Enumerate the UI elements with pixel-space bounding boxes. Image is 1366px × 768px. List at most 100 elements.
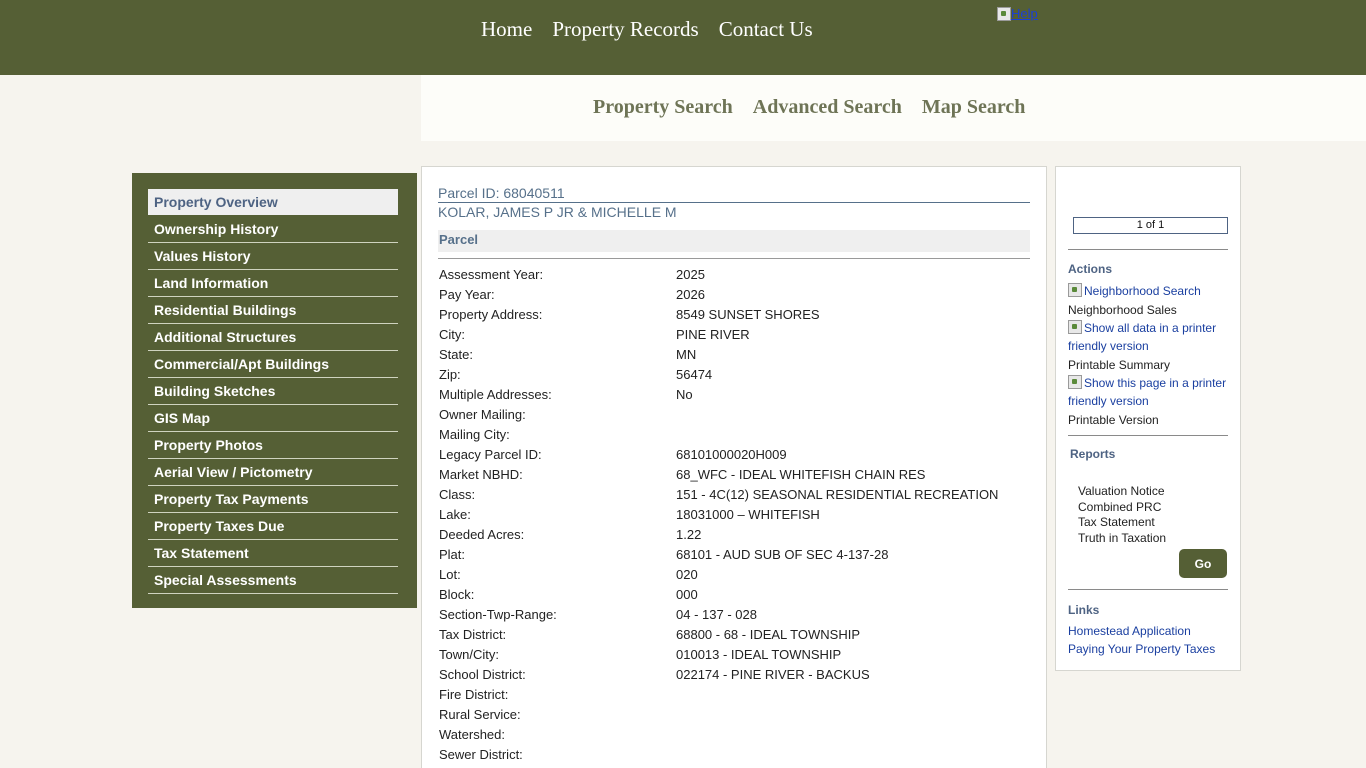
help-link[interactable]: Help <box>997 6 1038 21</box>
actions-panel: 1 of 1 Actions Neighborhood Search Neigh… <box>1055 166 1241 671</box>
parcel-row: Lake: 18031000 – WHITEFISH <box>439 505 1031 525</box>
nav-contact-us-link[interactable]: Contact Us <box>709 16 823 42</box>
parcel-field-label: Town/City: <box>439 647 499 662</box>
sidebar-item-building-sketches[interactable]: Building Sketches <box>148 378 398 405</box>
parcel-field-value <box>676 745 1031 765</box>
report-option[interactable]: Tax Statement <box>1078 515 1166 531</box>
parcel-section-header: Parcel <box>438 230 1030 252</box>
sidebar-item-ownership-history[interactable]: Ownership History <box>148 216 398 243</box>
parcel-field-label: Block: <box>439 587 475 602</box>
owner-name: KOLAR, JAMES P JR & MICHELLE M <box>438 204 677 220</box>
parcel-row: Watershed: <box>439 725 1031 745</box>
parcel-field-label: Owner Mailing: <box>439 407 526 422</box>
parcel-field-value: PINE RIVER <box>676 327 750 342</box>
sidebar-item-special-assessments[interactable]: Special Assessments <box>148 567 398 594</box>
parcel-field-value: 68800 - 68 - IDEAL TOWNSHIP <box>676 627 860 642</box>
parcel-row: Multiple Addresses: No <box>439 385 1031 405</box>
broken-image-icon <box>1068 375 1082 389</box>
parcel-field-label: Rural Service: <box>439 707 521 722</box>
parcel-field-value: 68_WFC - IDEAL WHITEFISH CHAIN RES <box>676 467 926 482</box>
report-option[interactable]: Valuation Notice <box>1078 484 1166 500</box>
parcel-field-value: 010013 - IDEAL TOWNSHIP <box>676 647 842 662</box>
parcel-field-label: Multiple Addresses: <box>439 387 552 402</box>
parcel-field-label: Property Address: <box>439 307 543 322</box>
search-nav: Property Search Advanced Search Map Sear… <box>583 94 1035 120</box>
divider <box>1068 249 1228 250</box>
parcel-field-value: 1.22 <box>676 527 702 542</box>
reports-heading: Reports <box>1070 447 1116 461</box>
record-pager: 1 of 1 <box>1073 217 1228 234</box>
parcel-field-label: Pay Year: <box>439 287 495 302</box>
sidebar-item-commercial-apt-buildings[interactable]: Commercial/Apt Buildings <box>148 351 398 378</box>
map-search-link[interactable]: Map Search <box>922 94 1026 120</box>
print-page-alt: Show this page in a printer friendly ver… <box>1068 376 1227 408</box>
printable-summary-label: Printable Summary <box>1068 358 1171 372</box>
sidebar-item-aerial-view[interactable]: Aerial View / Pictometry <box>148 459 398 486</box>
nav-property-records-link[interactable]: Property Records <box>542 16 708 42</box>
parcel-field-value: 68101 - AUD SUB OF SEC 4-137-28 <box>676 547 889 562</box>
section-divider <box>438 258 1030 259</box>
parcel-field-value: 2026 <box>676 287 705 302</box>
nav-home-link[interactable]: Home <box>471 16 542 42</box>
neighborhood-search-link[interactable]: Neighborhood Search <box>1068 282 1232 300</box>
advanced-search-link[interactable]: Advanced Search <box>753 94 902 120</box>
go-button[interactable]: Go <box>1179 549 1227 578</box>
parcel-row: City: PINE RIVER <box>439 325 1031 345</box>
parcel-field-label: School District: <box>439 667 526 682</box>
parcel-field-value <box>676 405 1031 425</box>
parcel-row: State: MN <box>439 345 1031 365</box>
parcel-field-value: 68101000020H009 <box>676 447 787 462</box>
divider <box>1068 589 1228 590</box>
sidebar-item-land-information[interactable]: Land Information <box>148 270 398 297</box>
sidebar-item-gis-map[interactable]: GIS Map <box>148 405 398 432</box>
actions-heading: Actions <box>1068 262 1113 276</box>
parcel-field-value: No <box>676 387 693 402</box>
top-header: Home Property Records Contact Us Help <box>0 0 1366 75</box>
sidebar-item-property-overview[interactable]: Property Overview <box>148 189 398 216</box>
print-page-link[interactable]: Show this page in a printer friendly ver… <box>1068 374 1232 410</box>
sidebar-item-additional-structures[interactable]: Additional Structures <box>148 324 398 351</box>
parcel-id-title: Parcel ID: 68040511 <box>438 185 1030 203</box>
parcel-field-label: Section-Twp-Range: <box>439 607 557 622</box>
sidebar-item-property-tax-payments[interactable]: Property Tax Payments <box>148 486 398 513</box>
sidebar-item-values-history[interactable]: Values History <box>148 243 398 270</box>
parcel-field-value: 56474 <box>676 367 713 382</box>
report-option[interactable]: Combined PRC <box>1078 500 1166 516</box>
sidebar-item-property-photos[interactable]: Property Photos <box>148 432 398 459</box>
parcel-field-value: 2025 <box>676 267 705 282</box>
parcel-row: Block: 000 <box>439 585 1031 605</box>
parcel-field-value: 151 - 4C(12) SEASONAL RESIDENTIAL RECREA… <box>676 487 999 502</box>
neighborhood-search-alt: Neighborhood Search <box>1084 284 1201 298</box>
parcel-panel: Parcel ID: 68040511 KOLAR, JAMES P JR & … <box>421 166 1047 768</box>
broken-image-icon <box>997 6 1011 21</box>
sidebar-item-tax-statement[interactable]: Tax Statement <box>148 540 398 567</box>
parcel-row: Rural Service: <box>439 705 1031 725</box>
paying-property-taxes-link[interactable]: Paying Your Property Taxes <box>1068 640 1232 658</box>
parcel-row: Fire District: <box>439 685 1031 705</box>
parcel-row: Assessment Year: 2025 <box>439 265 1031 285</box>
parcel-field-label: Plat: <box>439 547 466 562</box>
parcel-field-label: City: <box>439 327 465 342</box>
print-all-link[interactable]: Show all data in a printer friendly vers… <box>1068 319 1232 355</box>
parcel-row: Town/City: 010013 - IDEAL TOWNSHIP <box>439 645 1031 665</box>
parcel-field-value: 022174 - PINE RIVER - BACKUS <box>676 667 870 682</box>
sidebar-item-property-taxes-due[interactable]: Property Taxes Due <box>148 513 398 540</box>
report-option[interactable]: Truth in Taxation <box>1078 531 1166 547</box>
links-heading: Links <box>1068 603 1100 617</box>
parcel-field-label: Tax District: <box>439 627 507 642</box>
parcel-field-label: Deeded Acres: <box>439 527 525 542</box>
parcel-field-label: Fire District: <box>439 687 509 702</box>
property-search-link[interactable]: Property Search <box>593 94 733 120</box>
search-nav-bar: Property Search Advanced Search Map Sear… <box>421 75 1366 141</box>
parcel-row: Deeded Acres: 1.22 <box>439 525 1031 545</box>
sidebar-item-residential-buildings[interactable]: Residential Buildings <box>148 297 398 324</box>
parcel-field-value <box>676 425 1031 445</box>
parcel-field-label: Watershed: <box>439 727 505 742</box>
parcel-field-value <box>676 725 1031 745</box>
parcel-row: Section-Twp-Range: 04 - 137 - 028 <box>439 605 1031 625</box>
parcel-row: Legacy Parcel ID: 68101000020H009 <box>439 445 1031 465</box>
broken-image-icon <box>1068 320 1082 334</box>
homestead-application-link[interactable]: Homestead Application <box>1068 622 1232 640</box>
parcel-details-table: Assessment Year: 2025 Pay Year: 2026 Propert… <box>439 265 1031 765</box>
parcel-field-label: State: <box>439 347 473 362</box>
